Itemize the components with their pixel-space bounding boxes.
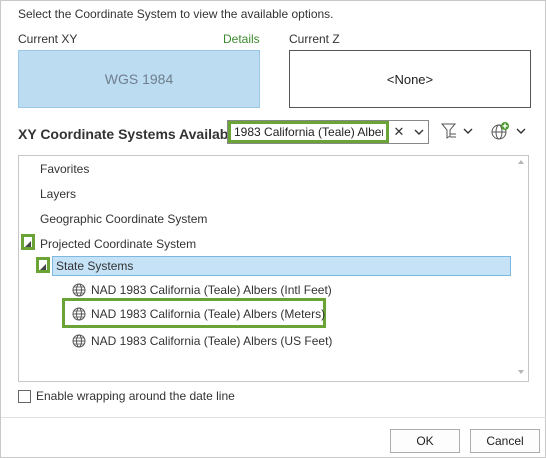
tree-item-label: Projected Coordinate System [40,237,197,251]
current-z-value: <None> [386,71,434,87]
current-xy-label: Current XY [18,32,78,46]
add-coordinate-system-button[interactable] [490,120,526,142]
search-box: ✕ [227,120,429,144]
wrap-dateline-label: Enable wrapping around the date line [36,389,235,403]
wrap-dateline-checkbox[interactable] [18,389,31,403]
tree-item-geographic[interactable]: Geographic Coordinate System [40,209,207,229]
coordinate-system-dialog: Select the Coordinate System to view the… [0,0,546,458]
cancel-button[interactable]: Cancel [470,429,540,453]
filter-icon [441,123,457,139]
current-z-label: Current Z [289,32,340,46]
tree-item-state-systems[interactable]: State Systems [52,256,511,276]
tree-item-label: NAD 1983 California (Teale) Albers (Intl… [91,283,332,297]
chevron-down-icon [516,128,526,134]
chevron-down-icon [414,129,424,135]
tree-item-label: Favorites [40,162,90,176]
scrollbar-arrows [518,160,524,374]
tree-item-label: NAD 1983 California (Teale) Albers (US F… [91,334,333,348]
tree-item-layers[interactable]: Layers [40,184,76,204]
globe-icon [72,334,86,348]
chevron-down-icon [463,128,473,134]
tree-item-label: Layers [40,187,77,201]
tree-scrollbar[interactable] [514,156,528,381]
globe-add-icon [491,122,509,140]
footer-divider [1,417,546,418]
tree-item-teale-intl-feet[interactable]: NAD 1983 California (Teale) Albers (Intl… [72,280,332,300]
globe-icon [72,283,86,297]
expand-projected-toggle[interactable] [21,234,35,250]
wrap-dateline-option: Enable wrapping around the date line [18,389,235,403]
expand-triangle-icon [40,264,46,270]
current-xy-value: WGS 1984 [104,71,174,87]
instruction-text: Select the Coordinate System to view the… [18,7,334,21]
ok-button[interactable]: OK [390,429,460,453]
search-dropdown-button[interactable] [410,121,428,143]
tree-item-projected[interactable]: Projected Coordinate System [40,234,196,254]
clear-icon[interactable]: ✕ [392,121,406,143]
tree-item-teale-us-feet[interactable]: NAD 1983 California (Teale) Albers (US F… [72,331,332,351]
xy-section-title: XY Coordinate Systems Available [18,126,241,142]
current-z-box[interactable]: <None> [289,50,531,108]
tree-item-teale-meters[interactable]: NAD 1983 California (Teale) Albers (Mete… [72,304,325,324]
tree-item-label: State Systems [56,259,134,273]
search-input[interactable] [228,121,389,143]
details-link[interactable]: Details [223,32,260,46]
expand-state-systems-toggle[interactable] [36,257,50,273]
coordinate-system-tree: Favorites Layers Geographic Coordinate S… [18,155,529,382]
globe-icon [72,307,86,321]
tree-item-favorites[interactable]: Favorites [40,159,89,179]
filter-button[interactable] [441,120,473,142]
expand-triangle-icon [25,241,31,247]
tree-item-label: Geographic Coordinate System [40,212,208,226]
tree-item-label: NAD 1983 California (Teale) Albers (Mete… [91,307,326,321]
current-xy-box[interactable]: WGS 1984 [18,50,260,108]
